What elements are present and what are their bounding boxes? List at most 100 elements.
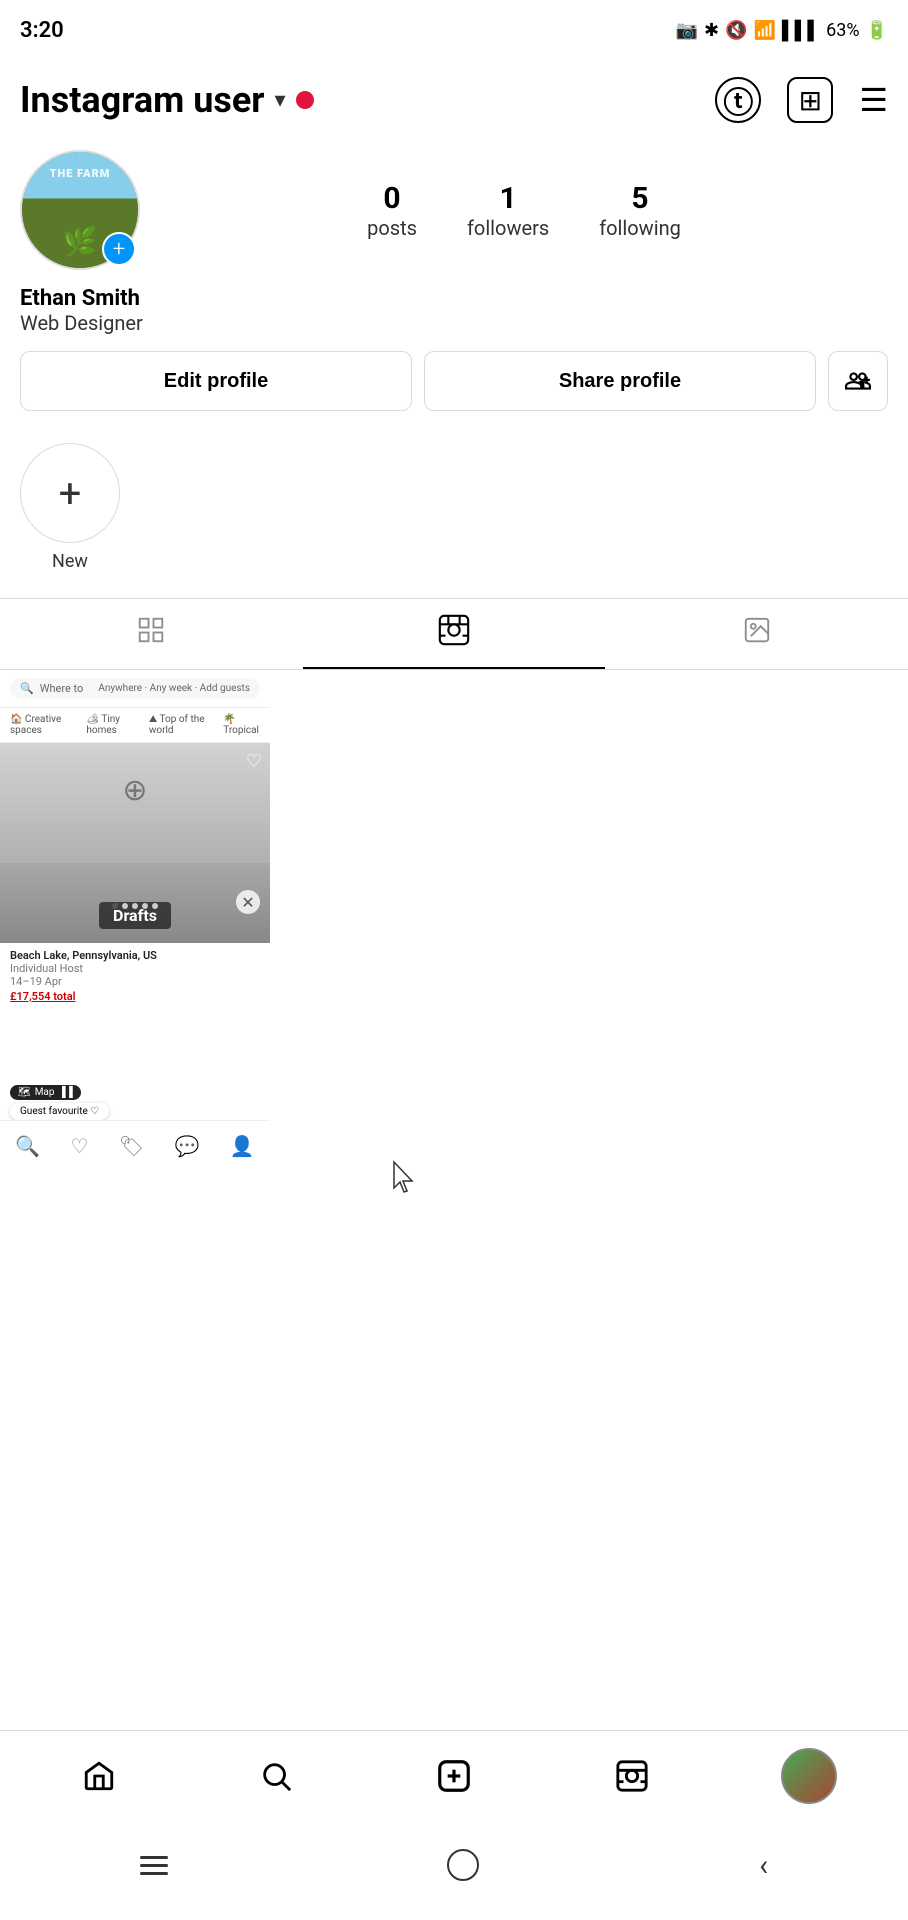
battery-text: 63% <box>826 20 859 41</box>
mute-icon: 🔇 <box>725 20 747 41</box>
bluetooth-icon: ✱ <box>704 20 719 41</box>
top-nav-left: Instagram user ▾ <box>20 79 314 121</box>
airbnb-header: 🔍 Where to Anywhere · Any week · Add gue… <box>0 670 270 708</box>
status-time: 3:20 <box>20 18 64 43</box>
airbnb-search-bar[interactable]: 🔍 Where to Anywhere · Any week · Add gue… <box>10 678 260 699</box>
airbnb-dates: 14–19 Apr <box>10 975 260 988</box>
stat-followers[interactable]: 1 followers <box>467 181 549 240</box>
airbnb-nav-booking[interactable]: 🏷 <box>119 1134 144 1158</box>
airbnb-nav-heart[interactable]: ♡ <box>70 1134 88 1158</box>
followers-label: followers <box>467 216 549 240</box>
add-friend-button[interactable] <box>828 351 888 411</box>
profile-stats: 0 posts 1 followers 5 following <box>160 181 888 240</box>
posts-count: 0 <box>367 181 417 216</box>
top-nav-right: ⓣ ⊞ ☰ <box>715 77 888 123</box>
action-buttons: Edit profile Share profile <box>20 351 888 411</box>
cursor <box>390 1160 418 1200</box>
menu-icon[interactable]: ☰ <box>859 81 888 119</box>
posts-label: posts <box>367 216 417 240</box>
tab-reels[interactable] <box>303 599 606 669</box>
tagged-icon <box>742 615 772 653</box>
dot-2 <box>122 903 128 909</box>
dot-1 <box>112 903 118 909</box>
nav-add[interactable] <box>419 1741 489 1811</box>
edit-profile-button[interactable]: Edit profile <box>20 351 412 411</box>
guest-badge-text: Guest favourite <box>20 1106 88 1117</box>
wifi-icon: 📶 <box>753 20 775 41</box>
close-icon[interactable]: ✕ <box>236 890 260 914</box>
airbnb-card: 🔍 Where to Anywhere · Any week · Add gue… <box>0 670 270 1170</box>
followers-count: 1 <box>467 181 549 216</box>
battery-icon: 🔋 <box>866 20 888 41</box>
add-post-icon[interactable]: ⊞ <box>787 77 833 123</box>
signal-icon: ▌▌▌ <box>782 20 820 41</box>
airbnb-info: Beach Lake, Pennsylvania, US Individual … <box>0 943 270 1009</box>
bottom-navigation <box>0 1730 908 1820</box>
profile-section: + 0 posts 1 followers 5 following Ethan … <box>0 140 908 427</box>
highlight-new-circle[interactable]: + <box>20 443 120 543</box>
profile-avatar-nav <box>781 1748 837 1804</box>
dot-4 <box>142 903 148 909</box>
sys-nav-recent[interactable] <box>140 1856 168 1875</box>
like-icon-small[interactable]: ♡ <box>90 1106 99 1117</box>
nav-home[interactable] <box>64 1741 134 1811</box>
profile-bio: Web Designer <box>20 311 888 335</box>
sys-nav-home[interactable] <box>447 1849 479 1881</box>
profile-name: Ethan Smith <box>20 286 888 311</box>
nav-reels[interactable] <box>597 1741 667 1811</box>
map-button[interactable]: 🗺 Map ▐▐ <box>10 1085 81 1100</box>
dropdown-arrow-icon[interactable]: ▾ <box>275 88 286 113</box>
profile-row: + 0 posts 1 followers 5 following <box>20 150 888 270</box>
tab-grid[interactable] <box>0 599 303 669</box>
airbnb-price: £17,554 total <box>10 990 260 1003</box>
airbnb-search-meta: Anywhere · Any week · Add guests <box>98 683 250 694</box>
highlight-new-label: New <box>52 551 88 572</box>
following-label: following <box>599 216 681 240</box>
price-value: £17,554 total <box>10 990 76 1003</box>
highlight-new[interactable]: + New <box>20 443 120 572</box>
status-bar: 3:20 📷 ✱ 🔇 📶 ▌▌▌ 63% 🔋 <box>0 0 908 60</box>
highlights-section: + New <box>0 427 908 588</box>
guest-favourite-badge: Guest favourite ♡ <box>10 1103 109 1120</box>
sys-nav-back[interactable]: ‹ <box>759 1848 768 1883</box>
stat-posts[interactable]: 0 posts <box>367 181 417 240</box>
nav-search[interactable] <box>241 1741 311 1811</box>
reels-icon <box>437 613 471 655</box>
camera-icon: 📷 <box>676 20 698 41</box>
stat-following[interactable]: 5 following <box>599 181 681 240</box>
top-navigation: Instagram user ▾ ⓣ ⊞ ☰ <box>0 60 908 140</box>
tab-bar <box>0 598 908 670</box>
filter-top[interactable]: ⛰ Top of the world <box>149 714 209 736</box>
avatar-add-button[interactable]: + <box>102 232 136 266</box>
tab-tagged[interactable] <box>605 599 908 669</box>
airbnb-host: Individual Host <box>10 962 260 975</box>
username-title[interactable]: Instagram user <box>20 79 265 121</box>
profile-name-section: Ethan Smith Web Designer <box>20 286 888 335</box>
airbnb-bottom-nav: 🔍 ♡ 🏷 💬 👤 <box>0 1120 270 1170</box>
content-area: 🔍 Where to Anywhere · Any week · Add gue… <box>0 670 908 1270</box>
airbnb-nav-message[interactable]: 💬 <box>175 1134 200 1158</box>
map-label: Map <box>35 1087 55 1098</box>
airbnb-nav-search[interactable]: 🔍 <box>15 1134 40 1158</box>
status-icons: 📷 ✱ 🔇 📶 ▌▌▌ 63% 🔋 <box>676 20 888 41</box>
share-profile-button[interactable]: Share profile <box>424 351 816 411</box>
dot-5 <box>152 903 158 909</box>
airbnb-search-text: Where to <box>40 682 84 695</box>
like-icon[interactable]: ♡ <box>246 751 262 772</box>
notification-dot <box>296 91 314 109</box>
airbnb-location: Beach Lake, Pennsylvania, US <box>10 949 260 962</box>
avatar-wrapper[interactable]: + <box>20 150 140 270</box>
system-navigation: ‹ <box>0 1820 908 1920</box>
airbnb-room-image: Drafts ♡ <box>0 743 270 943</box>
image-dots <box>0 899 270 913</box>
grid-icon <box>136 615 166 653</box>
threads-icon[interactable]: ⓣ <box>715 77 761 123</box>
following-count: 5 <box>599 181 681 216</box>
filter-creative[interactable]: 🏠 Creative spaces <box>10 714 72 736</box>
airbnb-nav-profile[interactable]: 👤 <box>230 1134 255 1158</box>
airbnb-filters: 🏠 Creative spaces 🏕 Tiny homes ⛰ Top of … <box>0 708 270 743</box>
nav-profile[interactable] <box>774 1741 844 1811</box>
filter-tropical[interactable]: 🌴 Tropical <box>223 714 260 736</box>
dot-3 <box>132 903 138 909</box>
filter-tiny[interactable]: 🏕 Tiny homes <box>86 714 134 736</box>
